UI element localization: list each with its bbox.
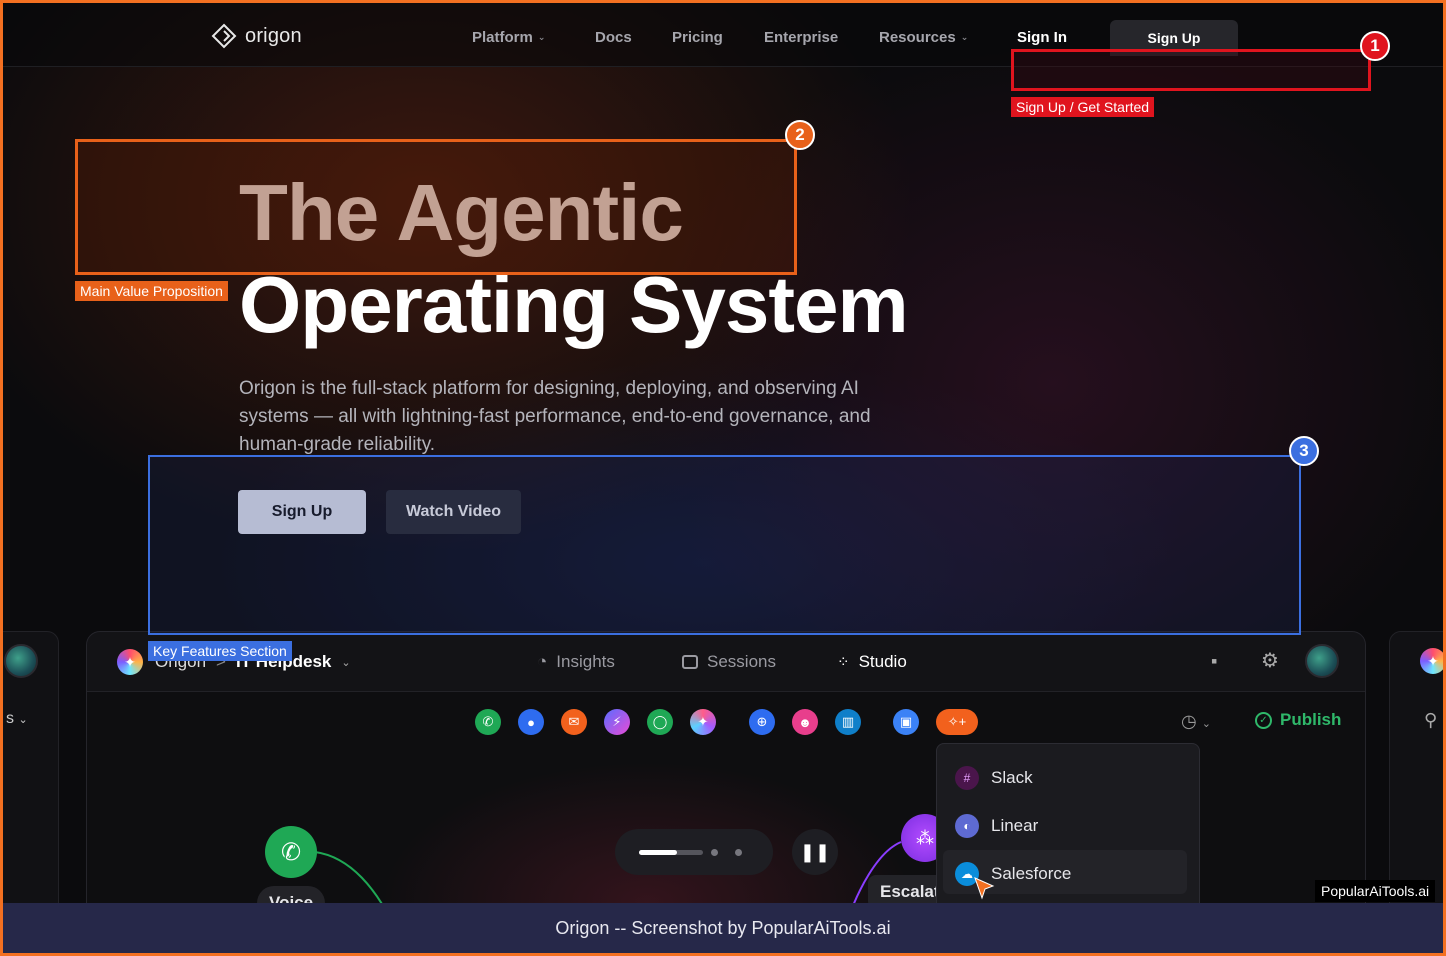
watermark: PopularAiTools.ai	[1315, 880, 1436, 902]
right-preview-card: ⚲	[1389, 631, 1443, 921]
search-icon[interactable]: ⚲	[1424, 710, 1437, 731]
cursor-pointer-icon	[974, 877, 995, 900]
nav-item-platform[interactable]: Platform ⌄	[472, 29, 545, 46]
dropdown-item-slack[interactable]: # Slack	[955, 766, 1033, 790]
linear-icon: ◐	[955, 814, 979, 838]
chevron-down-icon: ⌄	[18, 714, 28, 726]
annotation-badge-3: 3	[1289, 436, 1319, 466]
user-avatar[interactable]	[1305, 644, 1339, 678]
origon-spark-icon	[117, 649, 143, 675]
hero-sign-up-button[interactable]: Sign Up	[238, 490, 366, 534]
chevron-down-icon: ⌄	[537, 32, 546, 42]
pie-chart-icon: ◔	[537, 652, 548, 671]
nav-item-docs[interactable]: Docs	[595, 29, 632, 46]
slide-progress[interactable]	[615, 829, 773, 875]
chevron-down-icon: ⌄	[960, 32, 969, 42]
page-frame: origon Platform ⌄ Docs Pricing Enterpris…	[0, 0, 1446, 956]
nav-item-pricing[interactable]: Pricing	[672, 29, 723, 46]
phone-icon: ✆	[280, 838, 302, 866]
annotation-label-signup: Sign Up / Get Started	[1011, 97, 1155, 117]
tab-insights[interactable]: ◔ Insights	[537, 652, 615, 672]
hero-subtitle: Origon is the full-stack platform for de…	[239, 378, 871, 455]
slack-icon: #	[955, 766, 979, 790]
pause-button[interactable]: ❚❚	[792, 829, 838, 875]
annotation-label-value-prop: Main Value Proposition	[75, 281, 228, 301]
left-partial-label: s ⌄	[6, 710, 28, 727]
annotation-badge-1: 1	[1360, 31, 1390, 61]
app-preview-window: Origon > IT Helpdesk ⌄ ◔ Insights Sessio…	[86, 631, 1366, 921]
annotation-label-features: Key Features Section	[148, 641, 292, 661]
sign-in-link[interactable]: Sign In	[1017, 29, 1067, 46]
sessions-icon	[682, 655, 698, 669]
watch-video-button[interactable]: Watch Video	[386, 490, 521, 534]
chevron-down-icon: ⌄	[341, 656, 351, 669]
top-navigation: origon Platform ⌄ Docs Pricing Enterpris…	[3, 3, 1443, 67]
dropdown-item-linear[interactable]: ◐ Linear	[955, 814, 1038, 838]
nav-item-resources[interactable]: Resources ⌄	[879, 29, 968, 46]
tab-sessions[interactable]: Sessions	[682, 652, 776, 672]
voice-node[interactable]: ✆	[265, 826, 317, 878]
sign-up-nav-button[interactable]: Sign Up	[1110, 20, 1238, 56]
gear-icon[interactable]: ⚙	[1261, 648, 1279, 673]
studio-canvas: ✆ ● ✉ ⚡ ◯ ✦ ⊕ ☻ ▥ ▣ ✧+ ◷ ⌄ ✓ Publish ✆ ❚…	[87, 692, 1365, 920]
avatar	[4, 644, 38, 678]
studio-icon: ⁘	[837, 654, 850, 671]
pause-icon: ❚❚	[799, 841, 831, 862]
sparkle-icon: ⁂	[916, 827, 934, 848]
chat-icon[interactable]: ▪	[1211, 651, 1217, 672]
origon-logo-icon	[211, 23, 237, 49]
brand-name: origon	[245, 24, 302, 47]
hero-title-line-2: Operating System	[239, 260, 909, 349]
hero-title-line-1: The Agentic	[239, 168, 684, 257]
screenshot-caption: Origon -- Screenshot by PopularAiTools.a…	[3, 903, 1443, 953]
tab-studio[interactable]: ⁘ Studio	[837, 652, 907, 672]
brand-logo[interactable]: origon	[211, 23, 302, 49]
left-preview-card: s ⌄	[3, 631, 59, 921]
origon-spark-icon	[1420, 648, 1443, 674]
annotation-box-features	[148, 455, 1301, 635]
nav-item-enterprise[interactable]: Enterprise	[764, 29, 838, 46]
integrations-dropdown: # Slack ◐ Linear ☁ Salesforce	[936, 743, 1200, 920]
annotation-badge-2: 2	[785, 120, 815, 150]
